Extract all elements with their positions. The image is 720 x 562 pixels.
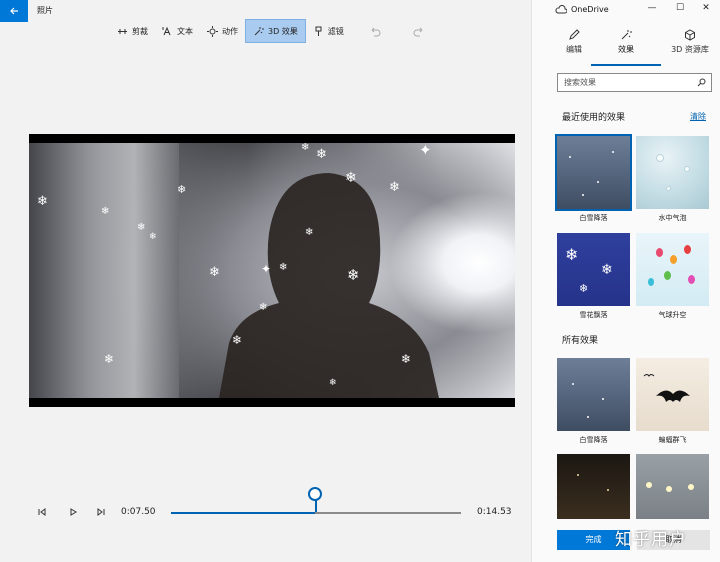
playback-bar: 0:07.50 0:14.53 — [0, 487, 531, 526]
snowflake-icon: ✦ — [419, 143, 432, 159]
effect-label-snowfall: 白雪降落 — [579, 214, 608, 222]
snowflake-icon: ❄ — [347, 266, 360, 284]
clear-recent-link[interactable]: 清除 — [690, 111, 706, 122]
search-input[interactable] — [558, 74, 688, 91]
motion-button[interactable]: 动作 — [200, 19, 245, 43]
app-title: 照片 — [37, 6, 53, 15]
effect-thumb-snowflakes[interactable]: ❄ ❄ ❄ — [557, 233, 630, 306]
tab-edit-label: 编辑 — [566, 45, 582, 54]
tab-effects-label: 效果 — [618, 45, 634, 54]
onedrive-label: OneDrive — [571, 5, 609, 14]
snowflake-icon: ❄ — [305, 227, 314, 238]
play-icon[interactable] — [68, 507, 78, 517]
snowflake-icon: ✦ — [261, 262, 272, 276]
close-icon[interactable]: ✕ — [700, 3, 712, 15]
video-preview[interactable]: ❄ ❄ ❄ ❄ ❄ ❄ ❄ ❄ ❄ ❄ ❄ ❄ ✦ ❄ ❄ ❄ ✦ ❄ ❄ ❄ — [29, 134, 515, 407]
snowflake-icon: ❄ — [579, 282, 589, 295]
back-button[interactable] — [0, 0, 28, 22]
snowflake-icon: ❄ — [565, 245, 579, 264]
effect-thumb-balloons[interactable] — [636, 233, 709, 306]
filters-label: 滤镜 — [327, 26, 344, 36]
snowflake-icon: ❄ — [279, 262, 288, 273]
bat-icon — [643, 374, 690, 402]
effect-label-snowfall-all: 白雪降落 — [579, 436, 608, 444]
snowflake-icon: ❄ — [389, 180, 400, 195]
current-time: 0:07.50 — [121, 507, 156, 517]
timeline-progress — [171, 512, 316, 514]
effect-label-bats: 蝙蝠群飞 — [658, 436, 687, 444]
tab-edit[interactable]: 编辑 — [544, 26, 604, 66]
search-icon[interactable] — [697, 78, 706, 87]
timeline-track[interactable] — [171, 512, 461, 514]
effect-thumb-snowfall-all[interactable] — [557, 358, 630, 431]
snowflake-icon: ❄ — [149, 232, 157, 242]
maximize-icon[interactable]: ☐ — [674, 3, 686, 15]
effect-label-bubbles: 水中气泡 — [658, 214, 687, 222]
snowflake-icon: ❄ — [232, 333, 243, 347]
redo-icon — [413, 27, 423, 36]
effect-thumb-sparkle[interactable] — [557, 454, 630, 519]
trim-icon — [118, 28, 127, 34]
effect-thumb-bats[interactable] — [636, 358, 709, 431]
effects-sparkle-icon — [254, 26, 264, 35]
text-icon — [162, 26, 171, 35]
trim-button[interactable]: 剪裁 — [110, 19, 155, 43]
redo-button[interactable] — [406, 19, 431, 43]
trim-label: 剪裁 — [132, 26, 148, 36]
snowflake-icon: ❄ — [177, 183, 187, 196]
motion-label: 动作 — [222, 26, 238, 36]
search-box[interactable] — [557, 73, 712, 92]
undo-button[interactable] — [363, 19, 388, 43]
tab-3d-library[interactable]: 3D 资源库 — [660, 26, 720, 66]
next-frame-icon[interactable] — [96, 507, 106, 517]
filters-button[interactable]: 滤镜 — [306, 19, 351, 43]
filters-icon — [315, 26, 322, 36]
all-effects-heading: 所有效果 — [562, 336, 599, 346]
editor-toolbar: 剪裁 文本 动作 3D 效果 滤镜 — [110, 19, 431, 43]
effect-label-snowflakes: 雪花飘落 — [579, 311, 608, 319]
snowflake-icon: ❄ — [259, 302, 268, 313]
total-time: 0:14.53 — [477, 507, 512, 517]
watermark-text: 知乎用户 — [615, 530, 687, 550]
effect-label-balloons: 气球升空 — [658, 311, 687, 319]
minimize-icon[interactable]: — — [646, 3, 658, 15]
effect-thumb-snowfall[interactable] — [555, 134, 632, 211]
effects-label: 3D 效果 — [268, 26, 298, 36]
snowflake-icon: ❄ — [209, 265, 220, 280]
effects-sparkle-icon — [621, 30, 632, 40]
snowflake-icon: ❄ — [601, 262, 613, 278]
text-button[interactable]: 文本 — [155, 19, 200, 43]
back-arrow-icon — [10, 7, 18, 15]
undo-icon — [371, 27, 381, 36]
tab-effects[interactable]: 效果 — [596, 26, 656, 66]
snowflake-icon: ❄ — [401, 352, 412, 366]
window-title-bar: OneDrive — ☐ ✕ — [532, 0, 720, 20]
snowflake-icon: ❄ — [137, 222, 146, 233]
snowflake-icon: ❄ — [329, 378, 337, 388]
scrubber-handle[interactable] — [308, 487, 322, 501]
effect-thumb-bubbles[interactable] — [636, 136, 709, 209]
snowflake-icon: ❄ — [37, 194, 48, 209]
snowflake-icon: ❄ — [301, 143, 310, 153]
cube-icon — [685, 29, 695, 41]
tab-3d-library-label: 3D 资源库 — [671, 45, 709, 54]
onedrive-cloud-icon — [555, 5, 567, 14]
effect-thumb-string-lights[interactable] — [636, 454, 709, 519]
snowflake-icon: ❄ — [104, 352, 115, 366]
recent-effects-heading: 最近使用的效果 — [562, 113, 626, 123]
text-label: 文本 — [177, 26, 193, 36]
panel-tabs: 编辑 效果 3D 资源库 — [532, 26, 720, 66]
snowflake-icon: ❄ — [316, 147, 327, 162]
previous-frame-icon[interactable] — [37, 507, 47, 517]
pencil-icon — [569, 29, 580, 40]
active-tab-indicator — [591, 64, 661, 66]
snowflake-icon: ❄ — [101, 206, 110, 217]
snowflake-icon: ❄ — [345, 170, 357, 186]
effects-panel: OneDrive — ☐ ✕ 编辑 效果 3D 资源库 最近使用的效果 清除 白… — [531, 0, 720, 562]
effects-button[interactable]: 3D 效果 — [245, 19, 306, 43]
video-frame: ❄ ❄ ❄ ❄ ❄ ❄ ❄ ❄ ❄ ❄ ❄ ❄ ✦ ❄ ❄ ❄ ✦ ❄ ❄ ❄ — [29, 143, 515, 398]
motion-icon — [207, 25, 218, 37]
